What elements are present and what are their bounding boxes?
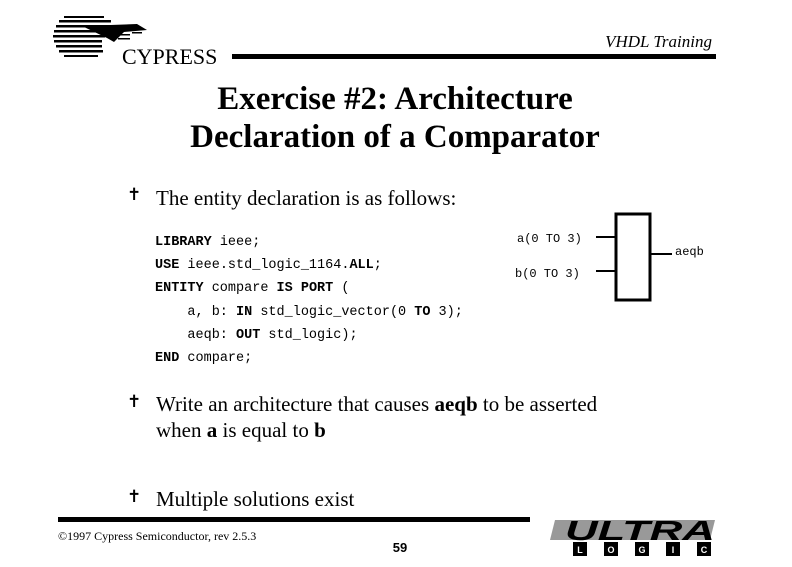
code-keyword: IS [276, 281, 293, 297]
code-keyword: ALL [349, 258, 374, 274]
logic-letter: L [577, 545, 583, 555]
logic-letter: G [638, 545, 645, 555]
code-keyword: LIBRARY [155, 235, 212, 250]
bullet-text: The entity declaration is as follows: [156, 186, 457, 210]
bullet-item: ✝ [127, 487, 145, 507]
title-line-2: Declaration of a Comparator [190, 119, 600, 155]
bullet-text: Multiple solutions exist [156, 487, 355, 511]
code-text: ( [333, 281, 350, 297]
code-keyword: END [155, 351, 180, 367]
bullet-icon: ✝ [127, 392, 142, 411]
copyright: ©1997 Cypress Semiconductor, rev 2.5.3 [58, 529, 257, 543]
cypress-logo: CYPRESS [52, 12, 222, 69]
code-text: std_logic); [260, 327, 358, 343]
bullet-text: Write an architecture that causes aeqb t… [156, 392, 598, 442]
comparator-block [614, 212, 652, 302]
code-keyword: USE [155, 258, 180, 274]
title-line-1: Exercise #2: Architecture [217, 81, 573, 117]
bullet-icon: ✝ [127, 487, 142, 506]
code-line: LIBRARY ieee; [155, 231, 463, 254]
logic-letter: O [607, 545, 614, 555]
code-line: ENTITY compare IS PORT ( [155, 277, 463, 300]
code-line: aeqb: OUT std_logic); [155, 324, 463, 347]
code-block: LIBRARY ieee; USE ieee.std_logic_1164.ALL… [155, 231, 463, 370]
code-line: USE ieee.std_logic_1164.ALL; [155, 254, 463, 277]
input-a-label: a(0 TO 3) [517, 232, 582, 246]
bullet-item: ✝ [127, 392, 145, 412]
code-keyword: ENTITY [155, 281, 204, 297]
header-rule [232, 54, 716, 59]
signal-a: a [206, 418, 218, 442]
output-label: aeqb [675, 245, 704, 259]
code-text: std_logic_vector(0 [252, 304, 415, 320]
comparator-diagram: a(0 TO 3) b(0 TO 3) aeqb [505, 205, 735, 305]
bullet-icon: ✝ [127, 185, 142, 204]
code-text: ; [373, 258, 382, 274]
ultra-text: ULTRA [565, 515, 715, 546]
footer-rule [58, 517, 530, 522]
ultra-logic-logo: ULTRA L O G I C [545, 512, 725, 562]
code-text: compare; [179, 351, 253, 367]
code-keyword: OUT [236, 327, 261, 343]
code-keyword: PORT [300, 281, 334, 297]
code-text: 3); [430, 304, 463, 320]
code-text: aeqb: [155, 327, 237, 343]
bullet-item: ✝ [127, 185, 145, 205]
code-text: ieee.std_logic_1164. [179, 258, 350, 274]
code-keyword: TO [414, 304, 431, 320]
logic-letter: C [701, 545, 708, 555]
course-label: VHDL Training [605, 32, 712, 51]
code-text: a, b: [155, 304, 237, 320]
page-number: 59 [392, 540, 408, 555]
svg-text:CYPRESS: CYPRESS [122, 44, 217, 68]
code-keyword: IN [236, 304, 253, 320]
signal-aeqb: aeqb [434, 392, 478, 416]
code-text: ieee; [211, 235, 261, 250]
code-line: a, b: IN std_logic_vector(0 TO 3); [155, 301, 463, 324]
signal-b: b [314, 418, 326, 442]
code-text: compare [203, 281, 277, 297]
logic-letter: I [672, 545, 675, 555]
input-b-label: b(0 TO 3) [515, 267, 580, 281]
code-line: END compare; [155, 347, 463, 370]
slide-title: Exercise #2: Architecture Declaration of… [100, 80, 690, 156]
